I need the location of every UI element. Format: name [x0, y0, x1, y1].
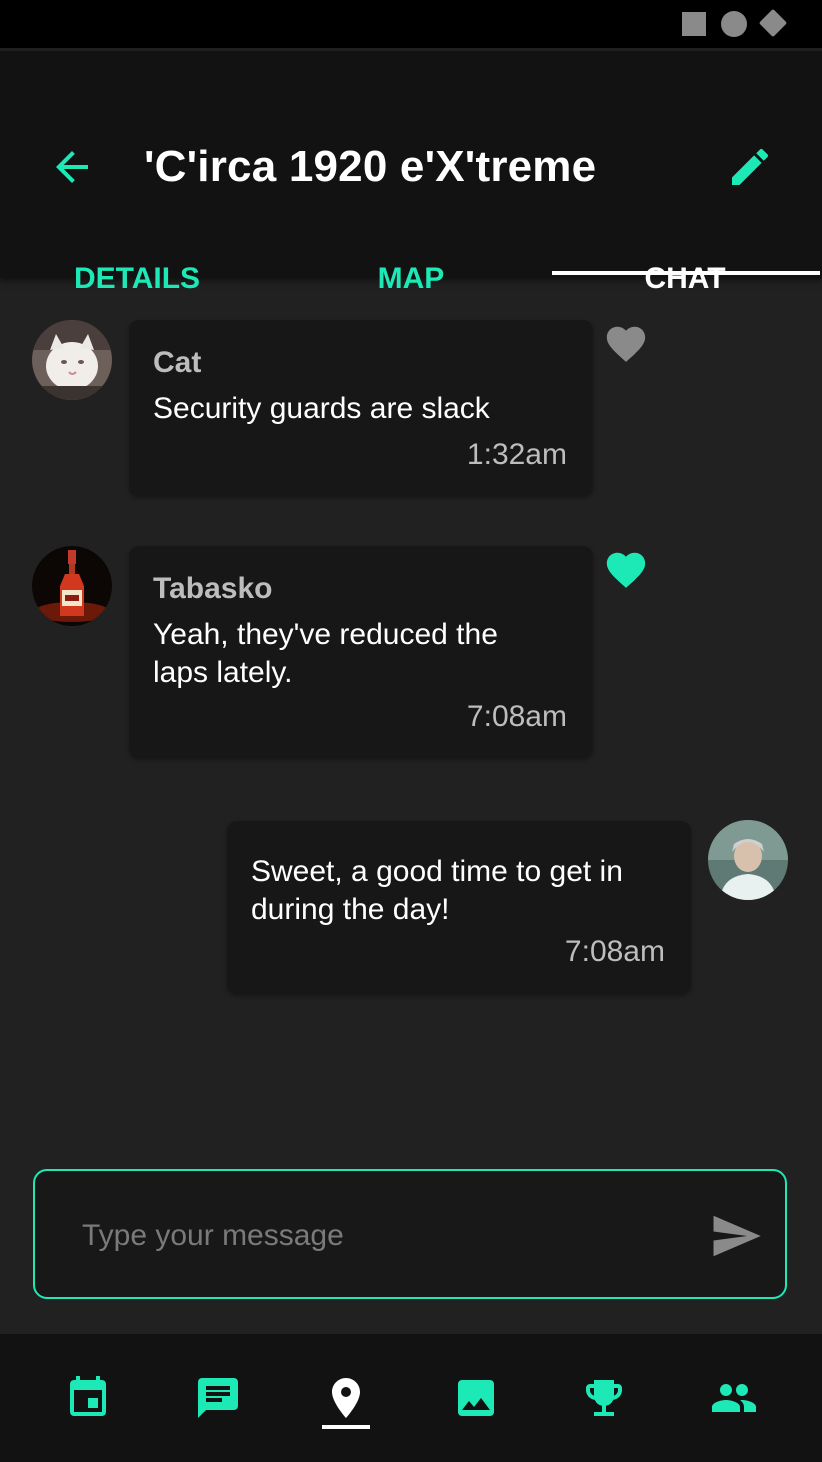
calendar-icon: [70, 1376, 106, 1416]
message-text: during the day!: [251, 893, 450, 926]
message-time: 7:08am: [466, 700, 567, 733]
tab-details[interactable]: DETAILS: [0, 251, 274, 327]
user-avatar[interactable]: [708, 820, 788, 900]
user-avatar-image: [708, 820, 788, 900]
status-square-icon: [682, 12, 706, 36]
message-text: Security guards are slack: [153, 392, 490, 425]
message-time: 1:32am: [466, 438, 567, 471]
location-pin-icon: [332, 1378, 360, 1418]
app-bar: 'C'irca 1920 e'X'treme DETAILS MAP CHAT: [0, 51, 822, 295]
image-icon: [458, 1380, 494, 1416]
nav-people[interactable]: [710, 1374, 758, 1422]
message-text: Sweet, a good time to get in: [251, 855, 623, 888]
heart-outline-icon: [606, 326, 646, 362]
chat-bubble: Cat Security guards are slack 1:32am: [129, 320, 593, 496]
back-button[interactable]: [48, 143, 96, 191]
sender-name: Cat: [153, 346, 202, 379]
edit-button[interactable]: [726, 143, 774, 191]
active-tab-indicator: [552, 271, 820, 275]
message-text: laps lately.: [153, 656, 293, 689]
pencil-icon: [732, 148, 769, 185]
sender-name: Tabasko: [153, 572, 273, 605]
bottom-navigation: [0, 1334, 822, 1462]
own-chat-bubble: Sweet, a good time to get in during the …: [227, 821, 691, 994]
active-nav-indicator: [322, 1425, 370, 1429]
tab-chat[interactable]: CHAT: [548, 251, 822, 327]
message-composer: [33, 1169, 787, 1299]
hot-sauce-avatar-image: [32, 546, 112, 626]
message-text: Yeah, they've reduced the: [153, 618, 498, 651]
hot-sauce-avatar[interactable]: [32, 546, 112, 626]
nav-gallery[interactable]: [452, 1374, 500, 1422]
trophy-icon: [586, 1380, 622, 1416]
nav-location[interactable]: [322, 1374, 370, 1422]
send-button[interactable]: [709, 1209, 763, 1263]
send-icon: [713, 1215, 761, 1257]
nav-chat[interactable]: [194, 1374, 242, 1422]
chat-icon: [198, 1378, 238, 1418]
cat-avatar-image: [32, 320, 112, 400]
nav-leaderboard[interactable]: [580, 1374, 628, 1422]
cat-avatar[interactable]: [32, 320, 112, 400]
status-bar: [0, 0, 822, 48]
status-circle-icon: [721, 11, 747, 37]
heart-filled-icon: [606, 552, 646, 588]
message-input[interactable]: [80, 1211, 664, 1261]
like-button[interactable]: [603, 547, 649, 593]
people-icon: [712, 1384, 756, 1412]
arrow-back-icon: [56, 151, 88, 183]
tab-map[interactable]: MAP: [274, 251, 548, 327]
chat-bubble: Tabasko Yeah, they've reduced the laps l…: [129, 546, 593, 758]
message-time: 7:08am: [564, 935, 665, 968]
like-button[interactable]: [603, 321, 649, 367]
nav-calendar[interactable]: [64, 1374, 112, 1422]
page-title: 'C'irca 1920 e'X'treme: [144, 142, 597, 191]
status-diamond-icon: [758, 8, 788, 38]
